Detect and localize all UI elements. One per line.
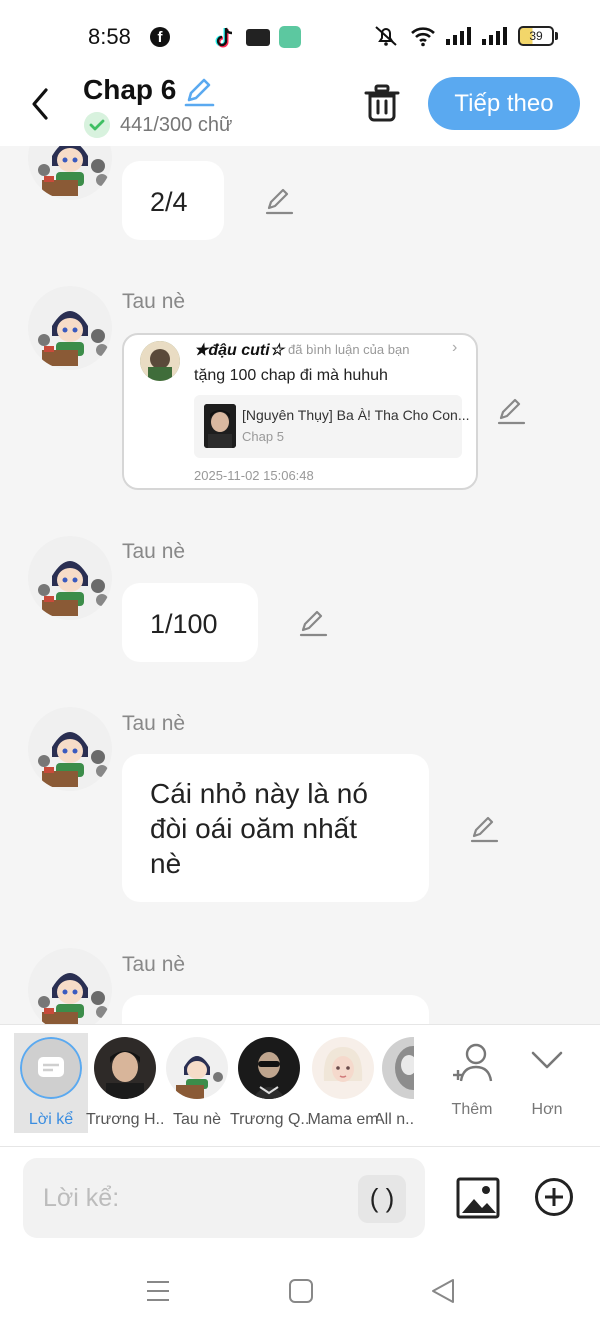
comment-card[interactable]: ★đậu cuti☆ đã bình luận của bạn › tặng 1… xyxy=(122,333,478,490)
keyboard-icon xyxy=(246,29,270,46)
story-preview[interactable]: [Nguyên Thụy] Ba À! Tha Cho Con... Chap … xyxy=(194,395,470,458)
add-role-label: Thêm xyxy=(451,1101,493,1118)
home-icon[interactable] xyxy=(286,1276,316,1306)
role-narration[interactable]: Lời kể xyxy=(14,1033,88,1133)
mute-bell-icon xyxy=(375,26,397,46)
role-label: Trương H... xyxy=(86,1111,164,1128)
trash-icon[interactable] xyxy=(364,84,400,122)
avatar xyxy=(382,1037,414,1099)
message-bubble[interactable]: 2/4 xyxy=(122,161,224,240)
add-icon[interactable] xyxy=(534,1177,574,1217)
role-character[interactable]: Trương Q... xyxy=(230,1037,308,1133)
role-selector-bar: Lời kể Trương H... Tau nè Trương Q... Ma… xyxy=(0,1024,600,1146)
recent-apps-icon[interactable] xyxy=(143,1276,173,1306)
role-character[interactable]: All n... xyxy=(376,1037,414,1133)
edit-title-icon[interactable] xyxy=(183,76,215,108)
phone-app-icon xyxy=(279,26,301,48)
avatar[interactable] xyxy=(28,707,112,791)
battery-tip xyxy=(555,32,558,40)
message-text: 2/4 xyxy=(150,187,188,217)
story-chapter: Chap 5 xyxy=(242,429,284,444)
chevron-right-icon[interactable]: › xyxy=(452,339,457,357)
role-label: Mama em xyxy=(307,1111,379,1128)
comment-action: đã bình luận của bạn xyxy=(288,342,410,357)
message-bubble[interactable] xyxy=(122,995,429,1024)
system-nav-bar xyxy=(0,1250,600,1333)
more-roles-button[interactable]: Hơn xyxy=(517,1039,577,1131)
message-text: Cái nhỏ này là nó đòi oái oăm nhất nè xyxy=(150,776,368,881)
check-icon xyxy=(84,112,110,138)
image-icon[interactable] xyxy=(456,1177,500,1219)
input-bar: ( ) xyxy=(0,1146,600,1250)
message-input[interactable] xyxy=(43,1180,343,1216)
edit-message-icon[interactable] xyxy=(469,814,499,844)
role-label: Trương Q... xyxy=(230,1111,308,1128)
chevron-down-icon xyxy=(531,1051,563,1069)
signal-icon xyxy=(446,27,471,45)
edit-message-icon[interactable] xyxy=(264,186,294,216)
commenter-name: ★đậu cuti☆ xyxy=(194,342,285,359)
signal-icon xyxy=(482,27,507,45)
tiktok-icon xyxy=(215,27,233,48)
battery-icon: 39 xyxy=(518,26,554,46)
status-bar: 8:58 f 39 xyxy=(0,0,600,72)
chapter-title: Chap 6 xyxy=(83,74,177,105)
sender-name: Tau nè xyxy=(122,712,186,735)
message-bubble[interactable]: Cái nhỏ này là nó đòi oái oăm nhất nè xyxy=(122,754,429,902)
avatar[interactable] xyxy=(28,146,112,200)
avatar xyxy=(238,1037,300,1099)
avatar xyxy=(94,1037,156,1099)
add-role-button[interactable]: Thêm xyxy=(442,1039,502,1131)
comment-timestamp: 2025-11-02 15:06:48 xyxy=(194,468,314,483)
role-label: Tau nè xyxy=(172,1111,222,1128)
avatar xyxy=(166,1037,228,1099)
sender-name: Tau nè xyxy=(122,953,186,976)
facebook-icon: f xyxy=(150,27,170,47)
role-character[interactable]: Trương H... xyxy=(86,1037,164,1133)
sender-name: Tau nè xyxy=(122,290,186,313)
chat-area[interactable]: 2/4 Tau nè ★đậu cuti☆ đã bình luận của b… xyxy=(0,146,600,1024)
message-text: 1/100 xyxy=(150,609,218,639)
more-roles-label: Hơn xyxy=(531,1101,563,1118)
role-label: All n... xyxy=(376,1111,414,1128)
edit-message-icon[interactable] xyxy=(496,396,526,426)
app-header: Chap 6 441/300 chữ Tiếp theo xyxy=(0,72,600,146)
role-character[interactable]: Tau nè xyxy=(160,1037,234,1133)
add-person-icon xyxy=(453,1043,493,1082)
role-character[interactable]: Mama em xyxy=(306,1037,380,1133)
message-input-box[interactable]: ( ) xyxy=(23,1158,425,1238)
narration-icon xyxy=(20,1037,82,1099)
wifi-icon xyxy=(411,27,435,47)
status-time: 8:58 xyxy=(88,24,131,49)
edit-message-icon[interactable] xyxy=(298,608,328,638)
next-button[interactable]: Tiếp theo xyxy=(428,77,580,130)
message-bubble[interactable]: 1/100 xyxy=(122,583,258,662)
message-line: đòi oái oăm nhất xyxy=(150,813,358,844)
avatar[interactable] xyxy=(28,948,112,1024)
back-icon[interactable] xyxy=(428,1276,458,1306)
story-title: [Nguyên Thụy] Ba À! Tha Cho Con... xyxy=(242,407,470,423)
commenter-avatar xyxy=(140,341,180,381)
message-line: nè xyxy=(150,848,182,879)
sender-name: Tau nè xyxy=(122,540,186,563)
story-thumbnail xyxy=(204,404,236,448)
word-count: 441/300 chữ xyxy=(120,114,233,136)
message-line: Cái nhỏ này là nó xyxy=(150,778,368,809)
comment-text: tặng 100 chap đi mà huhuh xyxy=(194,367,388,384)
avatar xyxy=(312,1037,374,1099)
avatar[interactable] xyxy=(28,536,112,620)
back-arrow-icon[interactable] xyxy=(26,84,56,124)
role-label: Lời kể xyxy=(28,1111,74,1128)
avatar[interactable] xyxy=(28,286,112,370)
parenthesis-button[interactable]: ( ) xyxy=(358,1175,406,1223)
